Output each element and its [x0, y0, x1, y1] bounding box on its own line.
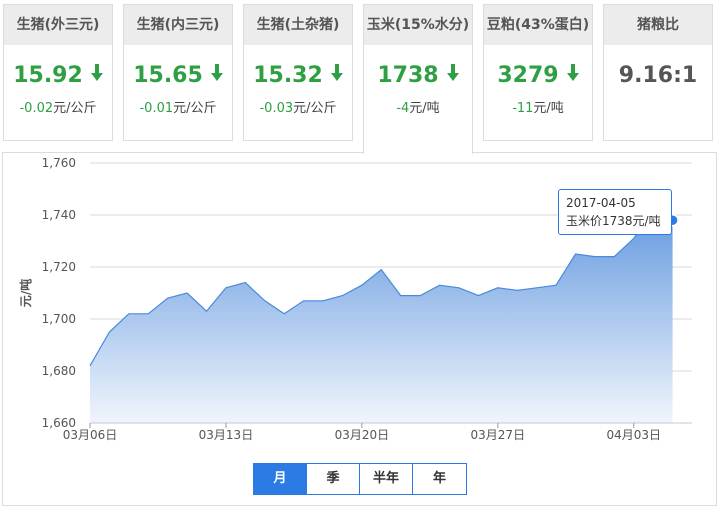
card-price: 15.65 [124, 61, 232, 91]
card-price: 15.92 [4, 61, 112, 91]
range-tab-month[interactable]: 月 [254, 464, 307, 494]
down-arrow-icon [210, 61, 223, 91]
card-change: -0.02元/公斤 [4, 97, 112, 116]
card-title: 生猪(内三元) [124, 5, 232, 45]
y-tick-label: 1,740 [42, 208, 76, 222]
card-change: -4元/吨 [364, 97, 472, 116]
card-hog-outer[interactable]: 生猪(外三元) 15.92 -0.02元/公斤 [3, 4, 113, 141]
card-change-value: -4 [396, 101, 410, 116]
x-tick-label: 03月06日 [63, 428, 118, 442]
card-change-unit: 元/公斤 [53, 101, 97, 116]
card-change-value: -0.01 [139, 101, 174, 116]
card-hog-grain-ratio[interactable]: 猪粮比 9.16:1 [603, 4, 713, 141]
card-change-value: -11 [512, 101, 534, 116]
card-price-value: 3279 [497, 63, 559, 88]
tooltip-date: 2017-04-05 [566, 196, 636, 210]
card-price: 9.16:1 [604, 61, 712, 91]
chart-tooltip: 2017-04-05 玉米价1738元/吨 [558, 189, 672, 235]
card-title: 玉米(15%水分) [364, 5, 472, 45]
card-title: 生猪(土杂猪) [244, 5, 352, 45]
card-title: 猪粮比 [604, 5, 712, 45]
card-change-unit: 元/吨 [533, 101, 564, 116]
card-change-unit: 元/公斤 [293, 101, 337, 116]
down-arrow-icon [566, 61, 579, 91]
card-hog-native[interactable]: 生猪(土杂猪) 15.32 -0.03元/公斤 [243, 4, 353, 141]
x-tick-label: 03月13日 [199, 428, 254, 442]
card-change: -0.01元/公斤 [124, 97, 232, 116]
range-tab-quarter[interactable]: 季 [307, 464, 360, 494]
card-price: 15.32 [244, 61, 352, 91]
card-change-unit: 元/公斤 [173, 101, 217, 116]
range-tab-year[interactable]: 年 [413, 464, 466, 494]
down-arrow-icon [330, 61, 343, 91]
series-area [90, 209, 673, 423]
card-price: 3279 [484, 61, 592, 91]
card-hog-inner[interactable]: 生猪(内三元) 15.65 -0.01元/公斤 [123, 4, 233, 141]
x-tick-label: 03月20日 [335, 428, 390, 442]
down-arrow-icon [446, 61, 459, 91]
card-change-value: -0.03 [259, 101, 294, 116]
card-title: 豆粕(43%蛋白) [484, 5, 592, 45]
card-soymeal[interactable]: 豆粕(43%蛋白) 3279 -11元/吨 [483, 4, 593, 141]
card-price-value: 15.32 [253, 63, 323, 88]
card-corn[interactable]: 玉米(15%水分) 1738 -4元/吨 [363, 4, 473, 154]
y-tick-label: 1,720 [42, 260, 76, 274]
card-change-unit: 元/吨 [409, 101, 440, 116]
y-tick-label: 1,680 [42, 364, 76, 378]
card-price-value: 15.65 [133, 63, 203, 88]
card-change: -0.03元/公斤 [244, 97, 352, 116]
y-axis-title: 元/吨 [18, 279, 33, 307]
card-price-value: 15.92 [13, 63, 83, 88]
y-tick-label: 1,760 [42, 156, 76, 170]
card-price-value: 9.16:1 [618, 63, 698, 88]
y-tick-label: 1,700 [42, 312, 76, 326]
card-title: 生猪(外三元) [4, 5, 112, 45]
x-tick-label: 04月03日 [606, 428, 661, 442]
range-tab-half-year[interactable]: 半年 [360, 464, 413, 494]
tooltip-value: 玉米价1738元/吨 [566, 214, 661, 228]
card-change: -11元/吨 [484, 97, 592, 116]
card-price: 1738 [364, 61, 472, 91]
down-arrow-icon [90, 61, 103, 91]
range-tabs: 月 季 半年 年 [253, 463, 467, 495]
x-tick-label: 03月27日 [471, 428, 526, 442]
card-price-value: 1738 [377, 63, 439, 88]
card-change-value: -0.02 [19, 101, 54, 116]
